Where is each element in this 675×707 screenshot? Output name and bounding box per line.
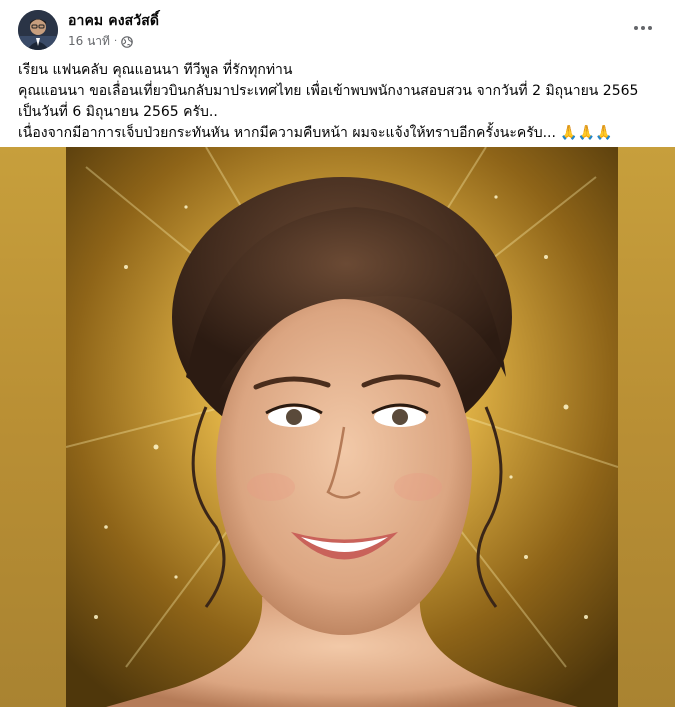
facebook-post: อาคม คงสวัสดิ์ 16 นาที · เรียน แฟนคลับ ค… <box>0 0 675 707</box>
globe-icon[interactable] <box>121 35 133 48</box>
post-meta: 16 นาที · <box>68 32 133 51</box>
avatar-photo <box>18 10 58 50</box>
post-text-line-content: เนื่องจากมีอาการเจ็บป่วยกระทันหัน หากมีค… <box>18 125 556 141</box>
post-text-line: เป็นวันที่ 6 มิถุนายน 2565 ครับ.. <box>18 104 218 120</box>
author-avatar[interactable] <box>18 10 58 50</box>
post-header: อาคม คงสวัสดิ์ 16 นาที · <box>0 0 675 56</box>
post-text: เรียน แฟนคลับ คุณแอนนา ทีวีพูล ที่รักทุก… <box>18 60 658 144</box>
author-name[interactable]: อาคม คงสวัสดิ์ <box>68 10 159 32</box>
post-text-line: เนื่องจากมีอาการเจ็บป่วยกระทันหัน หากมีค… <box>18 123 658 144</box>
portrait-illustration <box>66 147 618 707</box>
more-options-button[interactable] <box>629 14 657 42</box>
post-text-line: คุณแอนนา ขอเลื่อนเที่ยวบินกลับมาประเทศไท… <box>18 83 639 99</box>
post-time[interactable]: 16 นาที <box>68 32 110 51</box>
meta-separator: · <box>113 36 118 47</box>
post-image-frame[interactable] <box>0 147 675 707</box>
folded-hands-emoji: 🙏🙏🙏 <box>560 125 613 141</box>
portrait-photo[interactable] <box>66 147 618 707</box>
post-text-line: เรียน แฟนคลับ คุณแอนนา ทีวีพูล ที่รักทุก… <box>18 62 293 78</box>
more-horizontal-icon <box>634 26 652 30</box>
